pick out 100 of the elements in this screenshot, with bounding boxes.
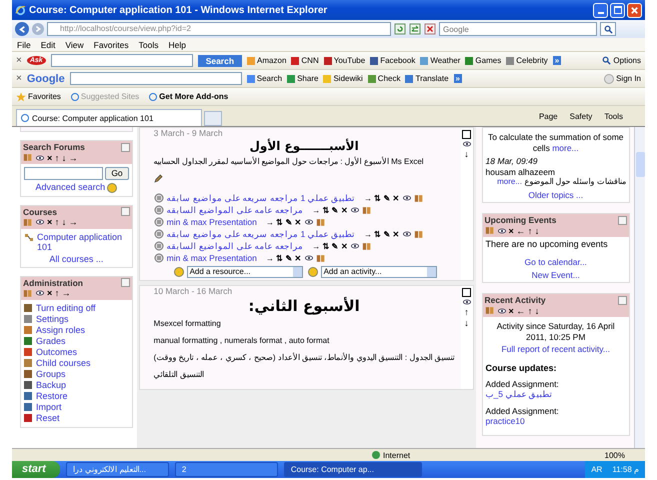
collapse-icon[interactable]	[120, 278, 130, 288]
toolbar-link[interactable]: YouTube	[324, 56, 366, 65]
collapse-icon[interactable]	[618, 296, 627, 304]
favorites-button[interactable]: Favorites	[16, 92, 61, 102]
forward-button[interactable]	[32, 23, 44, 35]
restore-button[interactable]	[610, 2, 625, 18]
toolbar-button[interactable]: Check	[368, 74, 400, 83]
stop-icon[interactable]	[424, 23, 436, 35]
search-field[interactable]	[70, 72, 242, 85]
block-controls[interactable]: × ← ↑ ↓	[508, 306, 540, 316]
move-controls[interactable]: ↑ ↓	[462, 307, 472, 329]
toolbar-link[interactable]: Celebrity	[506, 56, 548, 65]
browser-tab[interactable]: Course: Computer application 101	[16, 109, 202, 126]
resource-link[interactable]: مراجعه عامه على المواضيع السابقه	[166, 205, 304, 215]
block-controls[interactable]: × ↑ →	[47, 288, 71, 298]
admin-link[interactable]: Child courses	[36, 358, 91, 368]
toolbar-link[interactable]: CNN	[291, 56, 319, 65]
collapse-icon[interactable]	[120, 207, 130, 216]
block-controls[interactable]: × ↑ ↓ →	[47, 152, 78, 162]
toolbar-link[interactable]: Weather	[420, 56, 460, 65]
close-toolbar-button[interactable]: ×	[16, 73, 22, 84]
block-controls[interactable]: × ↑ ↓ →	[47, 217, 78, 228]
collapse-icon[interactable]	[120, 142, 130, 152]
toolbar-button[interactable]: Search	[246, 74, 282, 83]
resource-link[interactable]: مراجعه عامه على المواضيع السابقه	[166, 241, 304, 251]
resource-controls[interactable]: → ⇅ ✎ ✕	[312, 206, 348, 214]
sign-in-button[interactable]: Sign In	[604, 74, 641, 84]
go-button[interactable]: Go	[105, 167, 129, 180]
eye-icon[interactable]	[304, 219, 313, 225]
older-topics-link[interactable]: Older topics ...	[528, 190, 584, 200]
menu-item[interactable]: Favorites	[94, 40, 129, 50]
toolbar-link[interactable]: Games	[465, 56, 502, 65]
eye-icon[interactable]	[304, 255, 313, 261]
help-icon[interactable]	[308, 267, 318, 277]
highlight-icon[interactable]	[462, 288, 472, 297]
back-button[interactable]	[15, 22, 29, 36]
admin-link[interactable]: Import	[36, 402, 62, 412]
admin-link[interactable]: Settings	[36, 314, 69, 324]
more-button[interactable]: »	[552, 56, 562, 65]
eye-icon[interactable]	[36, 290, 44, 296]
eye-icon[interactable]	[350, 243, 359, 249]
toolbar-button[interactable]: Sidewiki	[323, 74, 363, 83]
eye-icon[interactable]	[36, 219, 44, 226]
taskbar-button[interactable]: Course: Computer ap...	[284, 462, 422, 477]
search-field[interactable]	[50, 54, 193, 67]
taskbar-button[interactable]: التعليم الالكتروني درا...	[66, 462, 169, 477]
resource-controls[interactable]: → ⇅ ✎ ✕	[364, 194, 400, 202]
menu-item[interactable]: File	[17, 40, 31, 50]
close-button[interactable]	[627, 2, 642, 18]
resource-link[interactable]: تطبيق عملي 1 مراجعه سريعه على مواضيع سابقه	[166, 229, 355, 239]
admin-link[interactable]: Reset	[36, 413, 60, 424]
menu-item[interactable]: Edit	[40, 40, 56, 50]
address-field[interactable]: http://localhost/course/view.php?id=2	[47, 22, 391, 36]
collapse-icon[interactable]	[618, 216, 627, 224]
search-field[interactable]	[24, 167, 104, 180]
toolbar-link[interactable]: Amazon	[247, 56, 286, 65]
arrows-icon[interactable]	[409, 23, 421, 35]
resource-controls[interactable]: → ⇅ ✎ ✕	[364, 230, 400, 238]
menu-item[interactable]: Tools	[138, 40, 158, 50]
taskbar-button[interactable]: 2	[174, 462, 278, 477]
block-controls[interactable]: × ← ↑ ↓	[508, 226, 540, 236]
all-courses-link[interactable]: All courses ...	[49, 254, 104, 264]
admin-link[interactable]: Assign roles	[36, 325, 86, 336]
resource-controls[interactable]: → ⇅ ✎ ✕	[266, 254, 302, 262]
eye-icon[interactable]	[462, 141, 471, 147]
eye-icon[interactable]	[402, 231, 411, 237]
eye-icon[interactable]	[498, 308, 506, 314]
eye-icon[interactable]	[462, 299, 471, 305]
menu-item[interactable]: Help	[168, 40, 186, 50]
calendar-link[interactable]: New Event...	[532, 270, 580, 280]
full-report-link[interactable]: Full report of recent activity...	[501, 344, 610, 354]
eye-icon[interactable]	[498, 228, 506, 234]
command-button[interactable]: Safety	[570, 112, 592, 120]
eye-icon[interactable]	[402, 195, 411, 201]
minimize-button[interactable]	[593, 2, 608, 18]
zoom-button[interactable]: 100%	[604, 450, 625, 460]
advanced-search-link[interactable]: Advanced search	[36, 182, 106, 192]
move-controls[interactable]: ↓	[462, 149, 472, 160]
pencil-icon[interactable]	[154, 174, 163, 183]
add-resource-dropdown[interactable]: Add a resource...	[186, 266, 303, 278]
resource-controls[interactable]: → ⇅ ✎ ✕	[266, 218, 302, 226]
eye-icon[interactable]	[350, 207, 359, 213]
resource-link[interactable]: min & max Presentation	[166, 217, 257, 227]
toolbar-button[interactable]: Translate	[405, 74, 449, 83]
command-button[interactable]: Page	[538, 112, 558, 120]
search-button[interactable]: Search	[198, 54, 242, 66]
admin-link[interactable]: Restore	[36, 391, 68, 402]
scrollbar[interactable]	[634, 127, 645, 448]
more-button[interactable]: »	[454, 74, 462, 83]
options-button[interactable]: Options	[602, 56, 641, 65]
calendar-link[interactable]: Go to calendar...	[524, 257, 587, 267]
search-button[interactable]	[600, 22, 616, 36]
course-link[interactable]: Computer application 101	[37, 232, 129, 252]
command-button[interactable]: Tools	[604, 112, 623, 120]
menu-item[interactable]: View	[65, 40, 84, 50]
assignment-link[interactable]: تطبيق عملي 5_ب	[486, 389, 553, 399]
toolbar-link[interactable]: Facebook	[370, 56, 416, 65]
admin-link[interactable]: Groups	[36, 369, 66, 380]
more-link[interactable]: more...	[552, 142, 579, 152]
admin-link[interactable]: Backup	[36, 380, 66, 390]
